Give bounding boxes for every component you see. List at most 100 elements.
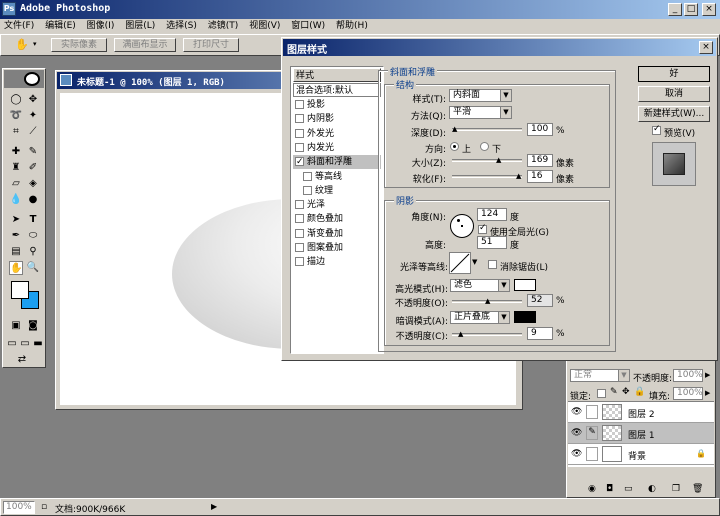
zoom-field[interactable]: 100% — [3, 501, 35, 514]
close-button[interactable]: × — [702, 3, 716, 16]
highlight-color-swatch[interactable] — [514, 279, 536, 291]
opacity-arrow-icon[interactable]: ▶ — [705, 371, 710, 379]
global-light-checkbox[interactable] — [478, 223, 487, 234]
eyedropper-tool-icon[interactable]: ⚲ — [26, 245, 40, 259]
adjustment-layer-icon[interactable]: ◐ — [648, 484, 656, 494]
style-item-3[interactable]: 内发光 — [293, 141, 381, 155]
style-item-7[interactable]: 光泽 — [293, 198, 381, 212]
slider-thumb-icon[interactable]: ▲ — [516, 172, 522, 180]
direction-up-radio[interactable] — [450, 142, 459, 151]
style-checkbox[interactable] — [295, 155, 304, 169]
print-size-button[interactable]: 打印尺寸 — [183, 38, 239, 52]
shadow-opacity-slider[interactable]: ▲ — [452, 330, 522, 338]
size-slider[interactable]: ▲ — [452, 156, 522, 164]
quick-mask-off-icon[interactable]: ▣ — [9, 319, 23, 333]
actual-pixels-button[interactable]: 实际像素 — [51, 38, 107, 52]
menu-filter[interactable]: 滤镜(T) — [208, 21, 239, 31]
layer-row-2[interactable]: 👁 图层 2 — [568, 402, 714, 423]
lock-move-icon[interactable]: ✥ — [622, 387, 630, 397]
jump-to-imageready-icon[interactable]: ⇄ — [15, 353, 29, 367]
quick-mask-on-icon[interactable]: ◙ — [26, 319, 40, 333]
magic-wand-tool-icon[interactable]: ✦ — [26, 109, 40, 123]
move-tool-icon[interactable]: ✥ — [26, 93, 40, 107]
dialog-close-button[interactable]: × — [699, 41, 713, 54]
menu-select[interactable]: 选择(S) — [166, 21, 197, 31]
menu-help[interactable]: 帮助(H) — [336, 21, 368, 31]
angle-dial[interactable] — [450, 214, 474, 238]
style-checkbox[interactable] — [303, 171, 312, 181]
layer-row-background[interactable]: 👁 背景 🔒 — [568, 444, 714, 465]
pen-tool-icon[interactable]: ✒ — [9, 229, 23, 243]
minimize-button[interactable]: _ — [668, 3, 682, 16]
eraser-tool-icon[interactable]: ▱ — [9, 177, 23, 191]
paint-bucket-tool-icon[interactable]: ◈ — [26, 177, 40, 191]
altitude-field[interactable]: 51 — [477, 236, 507, 249]
highlight-mode-select[interactable]: 滤色 ▼ — [450, 279, 510, 292]
highlight-opacity-slider[interactable]: ▲ — [452, 297, 522, 305]
lock-transparency-checkbox[interactable] — [597, 389, 606, 398]
shape-tool-icon[interactable]: ⬭ — [26, 229, 40, 243]
hand-tool-icon[interactable]: ✋ — [15, 38, 29, 51]
depth-slider[interactable]: ▲ — [452, 125, 522, 133]
slice-tool-icon[interactable]: ⟋ — [26, 125, 40, 139]
hand-tool-icon[interactable]: ✋ — [9, 261, 23, 275]
marquee-tool-icon[interactable]: ◯ — [9, 93, 23, 107]
style-checkbox[interactable] — [295, 142, 304, 152]
style-checkbox[interactable] — [295, 100, 304, 109]
brush-link-icon[interactable]: ✎ — [586, 426, 598, 440]
preview-checkbox[interactable] — [652, 124, 661, 135]
screen-mode-full-icon[interactable]: ▬ — [31, 337, 45, 351]
style-checkbox[interactable] — [295, 128, 304, 138]
slider-thumb-icon[interactable]: ▲ — [452, 125, 458, 133]
style-checkbox[interactable] — [295, 257, 304, 267]
new-style-button[interactable]: 新建样式(W)... — [638, 106, 710, 122]
contour-dropdown-icon[interactable]: ▼ — [472, 258, 477, 266]
ok-button[interactable]: 好 — [638, 66, 710, 82]
path-selection-tool-icon[interactable]: ➤ — [9, 213, 23, 227]
gloss-contour-picker[interactable] — [449, 252, 471, 274]
fit-on-screen-button[interactable]: 满画布显示 — [114, 38, 176, 52]
shadow-opacity-field[interactable]: 9 — [527, 327, 553, 340]
layer-mask-icon[interactable]: ◘ — [606, 484, 613, 494]
trash-icon[interactable]: 🗑 — [692, 484, 703, 494]
style-item-0[interactable]: 投影 — [293, 98, 381, 112]
notes-tool-icon[interactable]: ▤ — [9, 245, 23, 259]
style-checkbox[interactable] — [295, 243, 304, 252]
shadow-color-swatch[interactable] — [514, 311, 536, 323]
menu-window[interactable]: 窗口(W) — [291, 21, 325, 31]
link-slot[interactable] — [586, 405, 598, 419]
shadow-mode-select[interactable]: 正片叠底 ▼ — [450, 311, 510, 324]
blend-options-item[interactable]: 混合选项:默认 — [293, 83, 381, 97]
type-tool-icon[interactable]: T — [26, 213, 40, 227]
bevel-style-select[interactable]: 内斜面 ▼ — [449, 89, 512, 102]
style-checkbox[interactable] — [295, 200, 304, 210]
visibility-eye-icon[interactable]: 👁 — [571, 407, 582, 417]
opacity-field[interactable]: 100% — [673, 369, 703, 382]
cancel-button[interactable]: 取消 — [638, 86, 710, 102]
healing-brush-tool-icon[interactable]: ✚ — [9, 145, 23, 159]
slider-thumb-icon[interactable]: ▲ — [496, 156, 502, 164]
style-checkbox[interactable] — [295, 114, 304, 124]
style-item-1[interactable]: 内阴影 — [293, 112, 381, 126]
zoom-tool-icon[interactable]: 🔍 — [26, 261, 40, 275]
soften-slider[interactable]: ▲ — [452, 172, 522, 180]
highlight-opacity-field[interactable]: 52 — [527, 294, 553, 307]
style-checkbox[interactable] — [303, 185, 312, 195]
lasso-tool-icon[interactable]: ➰ — [9, 109, 23, 123]
style-item-10[interactable]: 图案叠加 — [293, 241, 381, 255]
styles-header[interactable]: 样式 — [293, 68, 381, 82]
crop-tool-icon[interactable]: ⌗ — [9, 125, 23, 139]
menu-layer[interactable]: 图层(L) — [125, 21, 155, 31]
style-item-6[interactable]: 纹理 — [293, 184, 381, 198]
style-item-5[interactable]: 等高线 — [293, 170, 381, 184]
style-checkbox[interactable] — [295, 214, 304, 224]
slider-thumb-icon[interactable]: ▲ — [485, 297, 491, 305]
screen-mode-standard-icon[interactable]: ▭ — [5, 337, 19, 351]
menu-edit[interactable]: 编辑(E) — [45, 21, 76, 31]
style-item-4[interactable]: 斜面和浮雕 — [293, 155, 381, 170]
link-slot[interactable] — [586, 447, 598, 461]
visibility-eye-icon[interactable]: 👁 — [571, 428, 582, 438]
technique-select[interactable]: 平滑 ▼ — [449, 106, 512, 119]
blend-mode-select[interactable]: 正常 ▼ — [570, 369, 630, 382]
size-field[interactable]: 169 — [527, 154, 553, 167]
